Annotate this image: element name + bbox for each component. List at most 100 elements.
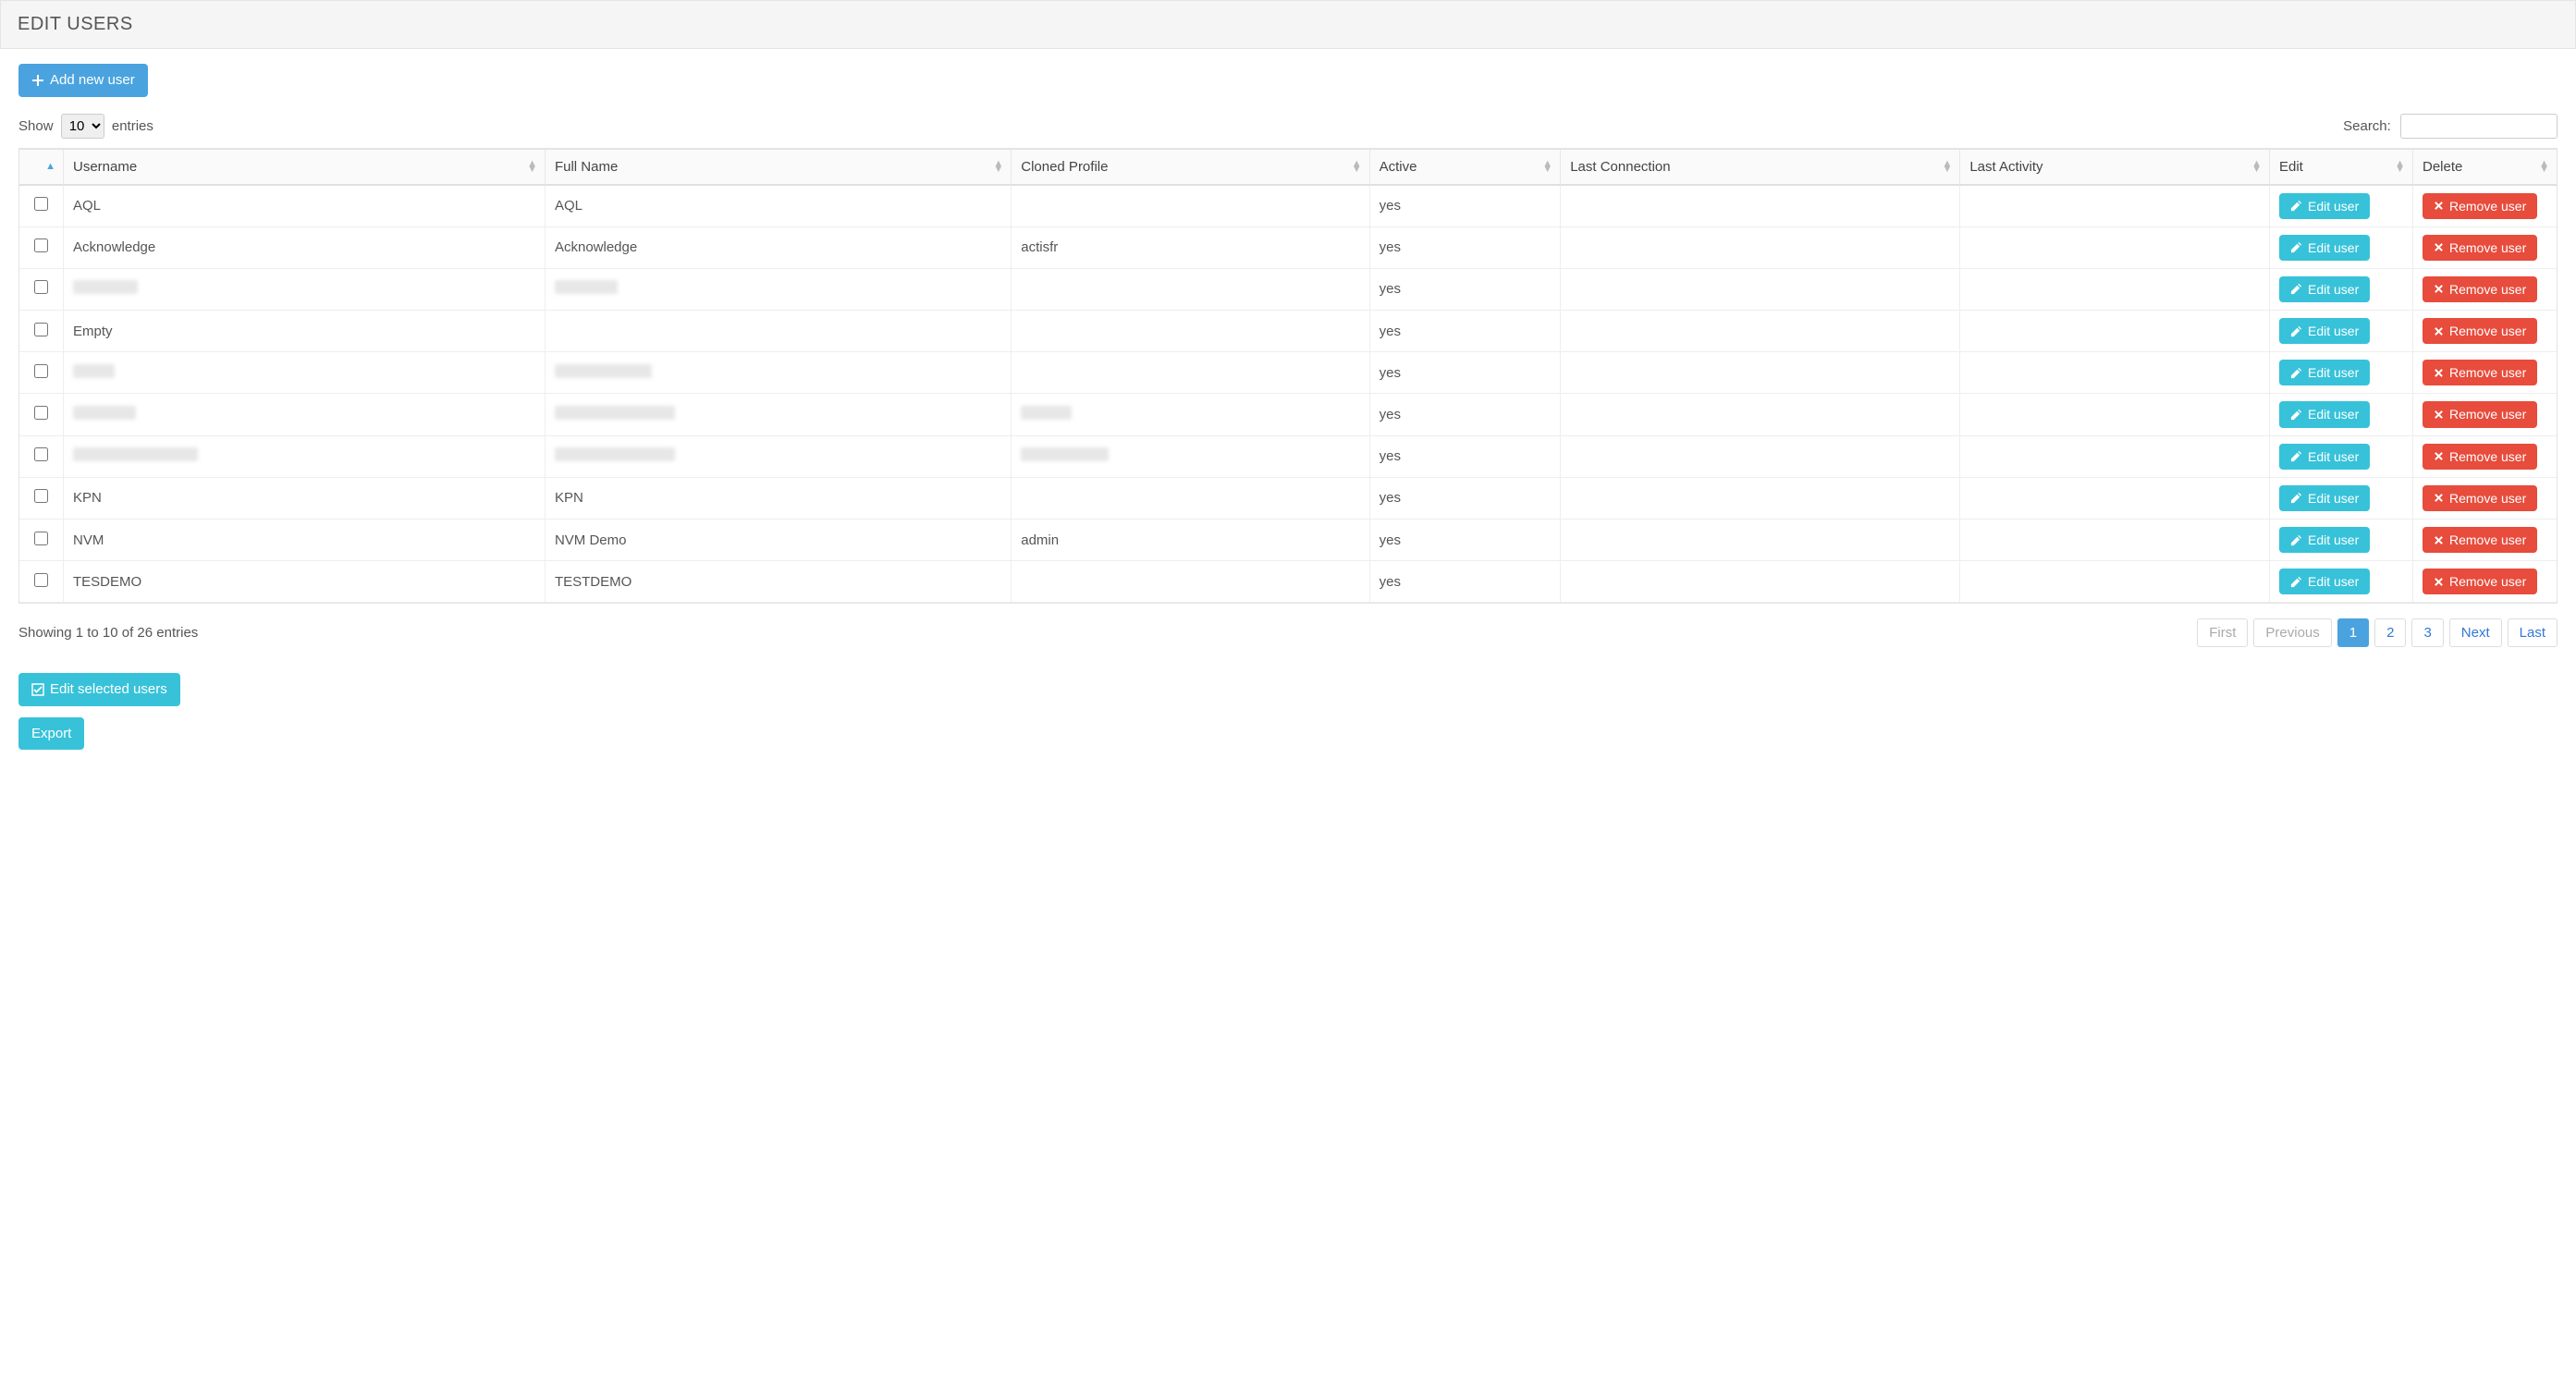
edit-selected-button[interactable]: Edit selected users (18, 673, 180, 706)
sort-icon: ▲▼ (527, 161, 537, 172)
edit-user-button[interactable]: Edit user (2279, 569, 2370, 594)
remove-user-button[interactable]: Remove user (2423, 276, 2537, 302)
col-edit[interactable]: Edit▲▼ (2270, 149, 2413, 186)
edit-user-button[interactable]: Edit user (2279, 235, 2370, 261)
col-fullname[interactable]: Full Name▲▼ (546, 149, 1012, 186)
col-last-activity[interactable]: Last Activity▲▼ (1960, 149, 2270, 186)
page-length-select[interactable]: 10 (61, 114, 104, 139)
cell-username: AQL (64, 186, 546, 227)
edit-user-label: Edit user (2308, 448, 2359, 465)
close-icon (2434, 326, 2444, 336)
page-number[interactable]: 2 (2374, 618, 2406, 647)
edit-user-button[interactable]: Edit user (2279, 318, 2370, 344)
row-select-checkbox[interactable] (34, 197, 48, 211)
row-select-checkbox[interactable] (34, 532, 48, 545)
cell-active: yes (1370, 269, 1562, 311)
col-delete[interactable]: Delete▲▼ (2413, 149, 2557, 186)
page-last[interactable]: Last (2508, 618, 2558, 647)
redacted-text (73, 364, 115, 378)
cell-delete: Remove user (2413, 352, 2557, 394)
cell-delete: Remove user (2413, 520, 2557, 561)
redacted-text (73, 447, 198, 461)
row-select-checkbox[interactable] (34, 238, 48, 252)
remove-user-button[interactable]: Remove user (2423, 485, 2537, 511)
remove-user-label: Remove user (2449, 323, 2526, 339)
sort-icon: ▲▼ (1542, 161, 1552, 172)
cell-fullname: Acknowledge (546, 227, 1012, 269)
cell-username (64, 352, 546, 394)
edit-user-button[interactable]: Edit user (2279, 444, 2370, 470)
row-select-checkbox[interactable] (34, 364, 48, 378)
row-select-cell (19, 269, 64, 311)
cell-username (64, 436, 546, 478)
export-button[interactable]: Export (18, 717, 84, 751)
edit-user-label: Edit user (2308, 490, 2359, 507)
cell-cloned (1012, 478, 1369, 520)
remove-user-label: Remove user (2449, 281, 2526, 298)
cell-cloned (1012, 561, 1369, 603)
edit-user-button[interactable]: Edit user (2279, 193, 2370, 219)
col-active[interactable]: Active▲▼ (1370, 149, 1562, 186)
col-cloned[interactable]: Cloned Profile▲▼ (1012, 149, 1369, 186)
cell-last-activity (1960, 269, 2270, 311)
cell-last-activity (1960, 436, 2270, 478)
redacted-text (1021, 406, 1072, 420)
show-label: Show (18, 118, 54, 134)
page-first[interactable]: First (2197, 618, 2248, 647)
row-select-checkbox[interactable] (34, 323, 48, 336)
cell-delete: Remove user (2413, 436, 2557, 478)
add-user-button[interactable]: Add new user (18, 64, 148, 97)
redacted-text (73, 406, 136, 420)
row-select-checkbox[interactable] (34, 573, 48, 587)
remove-user-button[interactable]: Remove user (2423, 235, 2537, 261)
cell-last-connection (1561, 520, 1960, 561)
col-select[interactable]: ▲ (19, 149, 64, 186)
edit-user-button[interactable]: Edit user (2279, 360, 2370, 385)
row-select-checkbox[interactable] (34, 447, 48, 461)
remove-user-button[interactable]: Remove user (2423, 401, 2537, 427)
col-last-connection[interactable]: Last Connection▲▼ (1561, 149, 1960, 186)
row-select-checkbox[interactable] (34, 406, 48, 420)
cell-username (64, 394, 546, 435)
cell-fullname (546, 352, 1012, 394)
table-row: TESDEMOTESTDEMOyes Edit user Remove user (19, 561, 2557, 603)
row-select-checkbox[interactable] (34, 280, 48, 294)
redacted-text (555, 447, 675, 461)
remove-user-button[interactable]: Remove user (2423, 193, 2537, 219)
remove-user-button[interactable]: Remove user (2423, 444, 2537, 470)
edit-user-button[interactable]: Edit user (2279, 401, 2370, 427)
edit-user-label: Edit user (2308, 198, 2359, 214)
remove-user-label: Remove user (2449, 239, 2526, 256)
close-icon (2434, 493, 2444, 503)
edit-user-button[interactable]: Edit user (2279, 276, 2370, 302)
cell-cloned (1012, 186, 1369, 227)
page-title: EDIT USERS (18, 14, 2558, 35)
cell-last-activity (1960, 561, 2270, 603)
edit-user-button[interactable]: Edit user (2279, 485, 2370, 511)
cell-fullname: KPN (546, 478, 1012, 520)
col-username[interactable]: Username▲▼ (64, 149, 546, 186)
page-number[interactable]: 1 (2337, 618, 2369, 647)
cell-active: yes (1370, 186, 1562, 227)
edit-user-button[interactable]: Edit user (2279, 527, 2370, 553)
cell-delete: Remove user (2413, 227, 2557, 269)
search-wrapper: Search: (2343, 114, 2558, 139)
cell-last-activity (1960, 186, 2270, 227)
search-input[interactable] (2400, 114, 2558, 139)
row-select-checkbox[interactable] (34, 489, 48, 503)
remove-user-button[interactable]: Remove user (2423, 318, 2537, 344)
cell-cloned: admin (1012, 520, 1369, 561)
length-menu: Show 10 entries (18, 114, 153, 139)
remove-user-button[interactable]: Remove user (2423, 527, 2537, 553)
page-next[interactable]: Next (2449, 618, 2502, 647)
remove-user-button[interactable]: Remove user (2423, 569, 2537, 594)
cell-edit: Edit user (2270, 311, 2413, 352)
page-number[interactable]: 3 (2411, 618, 2443, 647)
cell-edit: Edit user (2270, 561, 2413, 603)
cell-active: yes (1370, 520, 1562, 561)
sort-up-icon: ▲ (45, 164, 55, 169)
remove-user-button[interactable]: Remove user (2423, 360, 2537, 385)
page-previous[interactable]: Previous (2253, 618, 2331, 647)
edit-user-label: Edit user (2308, 573, 2359, 590)
table-row: AQLAQLyes Edit user Remove user (19, 186, 2557, 227)
